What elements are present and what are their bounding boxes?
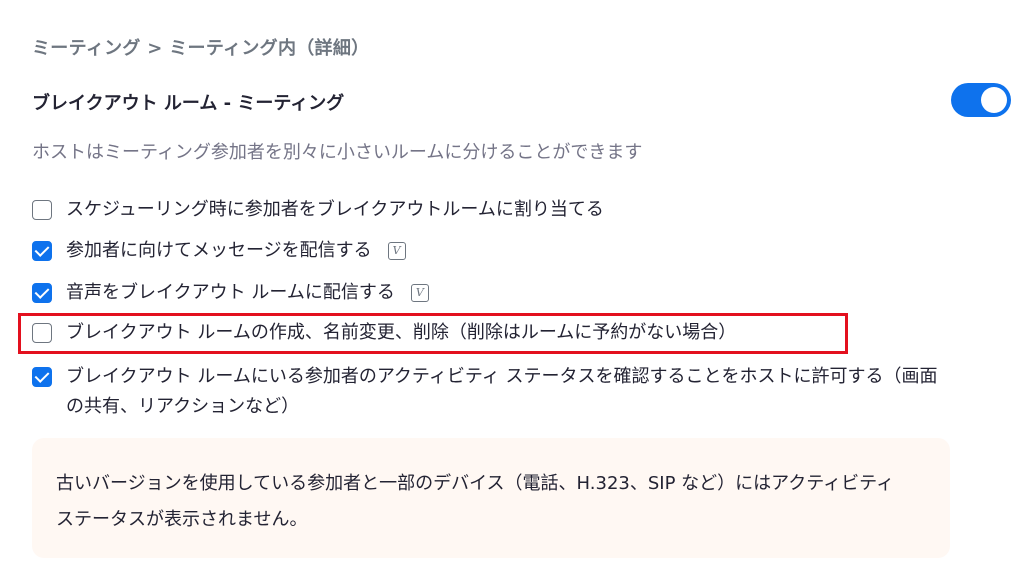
option-label: 参加者に向けてメッセージを配信する <box>66 240 372 261</box>
version-badge-icon: V <box>387 242 406 260</box>
option-create-rename-delete[interactable]: ブレイクアウト ルームの作成、名前変更、削除（削除はルームに予約がない場合） <box>32 318 736 348</box>
notice-box: 古いバージョンを使用している参加者と一部のデバイス（電話、H.323、SIP な… <box>32 438 950 558</box>
checkbox-assign-on-schedule[interactable] <box>32 200 52 220</box>
section-title: ブレイクアウト ルーム - ミーティング <box>32 93 345 114</box>
breadcrumb: ミーティング > ミーティング内（詳細） <box>32 38 370 59</box>
section-description: ホストはミーティング参加者を別々に小さいルームに分けることができます <box>32 142 643 163</box>
notice-text: 古いバージョンを使用している参加者と一部のデバイス（電話、H.323、SIP な… <box>56 473 895 530</box>
toggle-knob <box>981 87 1007 113</box>
option-label: 音声をブレイクアウト ルームに配信する <box>66 282 395 303</box>
option-assign-on-schedule[interactable]: スケジューリング時に参加者をブレイクアウトルームに割り当てる <box>32 195 604 225</box>
option-activity-status[interactable]: ブレイクアウト ルームにいる参加者のアクティビティ ステータスを確認することをホ… <box>32 362 946 422</box>
checkbox-broadcast-message[interactable] <box>32 241 52 261</box>
option-broadcast-audio[interactable]: 音声をブレイクアウト ルームに配信する V <box>32 278 429 308</box>
checkbox-create-rename-delete[interactable] <box>32 323 52 343</box>
checkbox-broadcast-audio[interactable] <box>32 283 52 303</box>
option-label: ブレイクアウト ルームにいる参加者のアクティビティ ステータスを確認することをホ… <box>66 366 938 417</box>
checkbox-activity-status[interactable] <box>32 367 52 387</box>
option-broadcast-message[interactable]: 参加者に向けてメッセージを配信する V <box>32 236 406 266</box>
option-label: スケジューリング時に参加者をブレイクアウトルームに割り当てる <box>66 199 604 220</box>
option-label: ブレイクアウト ルームの作成、名前変更、削除（削除はルームに予約がない場合） <box>66 322 737 343</box>
version-badge-icon: V <box>410 284 429 302</box>
breakout-room-toggle[interactable] <box>951 83 1011 117</box>
